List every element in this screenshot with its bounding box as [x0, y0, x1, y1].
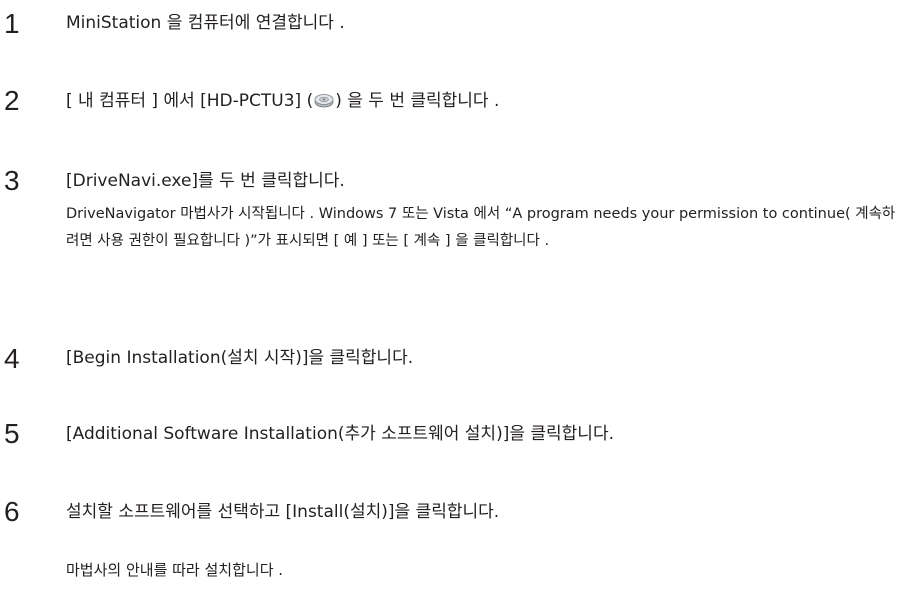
step-1-text: MiniStation 을 컴퓨터에 연결합니다 .	[66, 13, 345, 33]
step-5-number: 5	[4, 418, 20, 449]
step-6-number: 6	[4, 496, 20, 527]
step-5-text: [Additional Software Installation(추가 소프트…	[66, 424, 614, 444]
step-2-text-before: [ 내 컴퓨터 ] 에서 [HD-PCTU3] (	[66, 91, 314, 111]
step-3-description: DriveNavigator 마법사가 시작됩니다 . Windows 7 또는…	[66, 206, 896, 249]
step-4-text: [Begin Installation(설치 시작)]을 클릭합니다.	[66, 348, 414, 368]
step-6-text: 설치할 소프트웨어를 선택하고 [Install(설치)]을 클릭합니다.	[66, 502, 500, 522]
step-2-number: 2	[4, 85, 20, 116]
step-3-number: 3	[4, 165, 20, 196]
step-4-number: 4	[4, 343, 20, 374]
step-2-text-after: ) 을 두 번 클릭합니다 .	[335, 91, 500, 111]
step-3-text: [DriveNavi.exe]를 두 번 클릭합니다.	[66, 171, 345, 191]
closing-note: 마법사의 안내를 따라 설치합니다 .	[66, 561, 284, 579]
step-1-number: 1	[4, 8, 20, 39]
drive-icon	[314, 92, 334, 108]
step-2-text: [ 내 컴퓨터 ] 에서 [HD-PCTU3] ( ) 을 두 번 클릭합니다 …	[66, 89, 499, 113]
